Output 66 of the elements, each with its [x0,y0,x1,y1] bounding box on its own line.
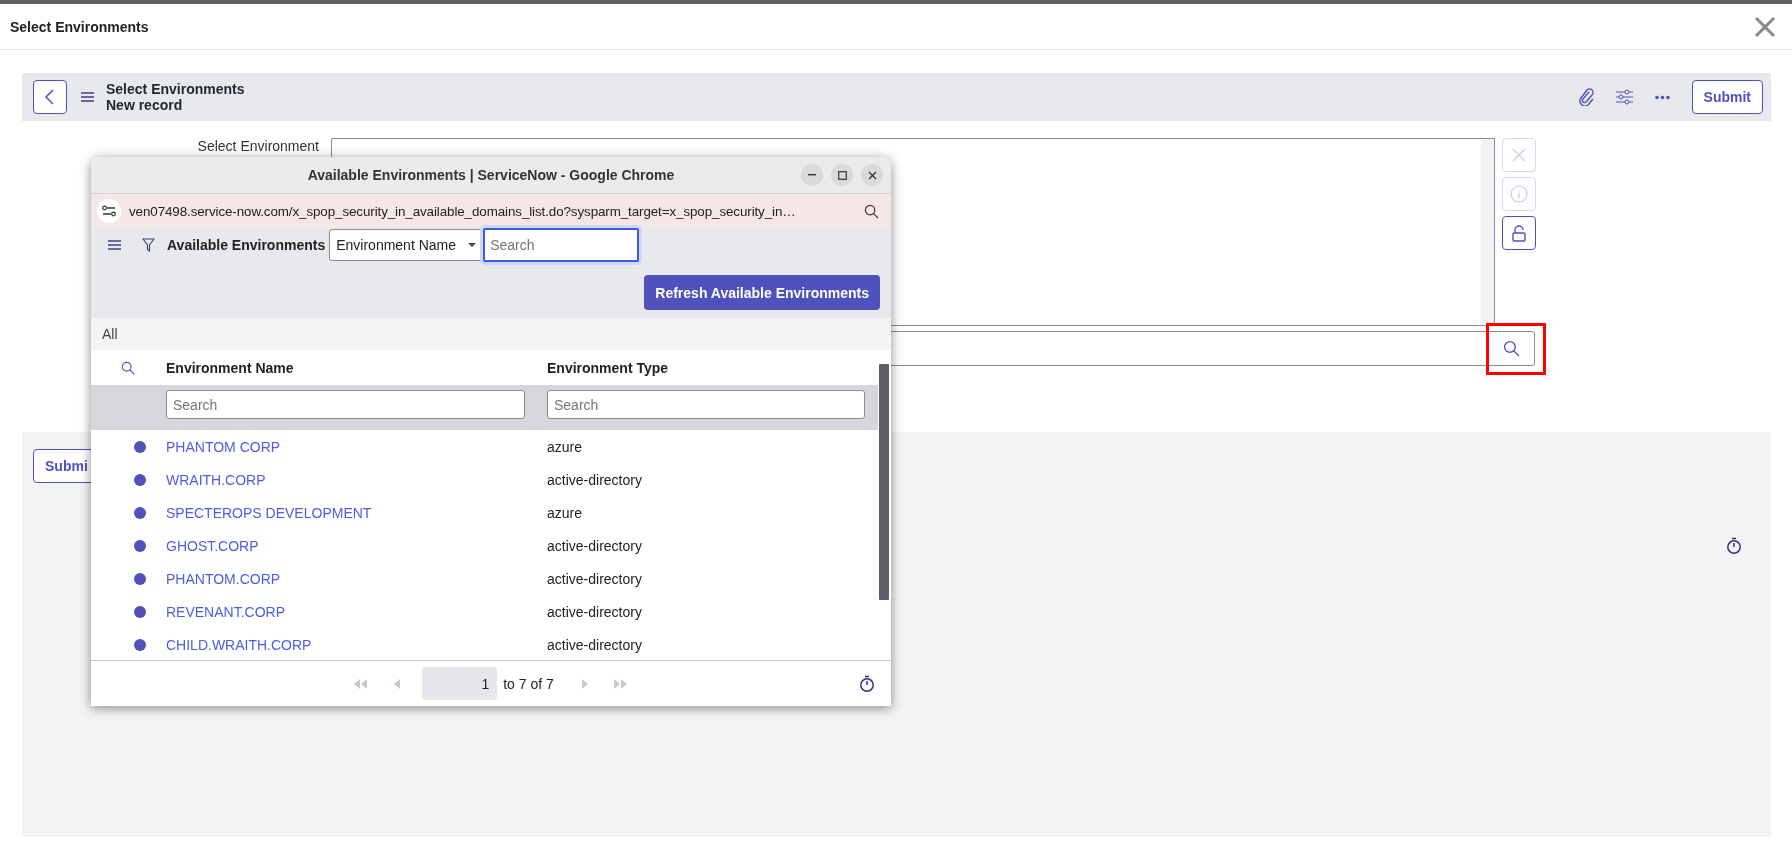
column-search-icon[interactable] [121,360,135,375]
column-filter-field[interactable]: Search [547,390,865,419]
more-icon[interactable] [1654,94,1670,100]
zoom-icon[interactable] [864,203,879,219]
page-field[interactable]: 1 [422,667,498,700]
table-cell: active-directory [547,471,642,488]
environment-link[interactable]: SPECTEROPS DEVELOPMENT [166,504,372,521]
filter-icon[interactable] [142,238,155,252]
field-select[interactable]: Environment Name [329,229,484,261]
environment-link[interactable]: PHANTOM CORP [166,438,281,455]
status-dot [134,572,146,585]
environment-link[interactable]: PHANTOM.CORP [166,570,281,587]
status-dot [134,539,146,552]
close-icon[interactable] [1754,15,1776,38]
close-icon [867,170,877,180]
submit-button[interactable]: Submit [1691,80,1763,114]
search-icon[interactable] [1502,340,1520,357]
chevron-icon [44,89,56,105]
timer-icon[interactable] [1726,537,1742,554]
paperclip-icon[interactable] [1577,88,1594,106]
url-text: ven07498.service-now.com/x_spop_security_in_available_domains_list.do?sysparm_target=x_spop_security_in… [129,203,797,219]
menu-icon[interactable] [81,92,94,102]
search-field[interactable]: Search [483,228,640,262]
scrollbar-thumb[interactable] [879,364,889,600]
status-dot [134,473,146,486]
timer-icon[interactable] [859,675,875,692]
status-dot [134,605,146,618]
refresh-button[interactable]: Refresh Available Environments [644,275,880,310]
clear-icon [1511,147,1527,163]
caret-icon [468,243,477,247]
environment-link[interactable]: CHILD.WRAITH.CORP [166,636,312,653]
table-cell: active-directory [547,603,642,620]
environment-link[interactable]: GHOST.CORP [166,537,259,554]
table-cell: active-directory [547,537,642,554]
window-title: Available Environments | ServiceNow - Google Chrome [307,167,675,183]
maximize-icon [837,170,847,180]
status-dot [134,638,146,651]
environment-link[interactable]: REVENANT.CORP [166,603,286,620]
breadcrumb[interactable]: All [102,326,118,342]
lock-button[interactable] [1502,216,1536,250]
info-icon [1510,185,1528,203]
column-header[interactable]: Environment Type [547,359,669,376]
status-dot [134,506,146,519]
close-button[interactable] [861,164,883,186]
back-button[interactable] [33,80,67,114]
search-button[interactable] [1487,331,1535,366]
dialog-title: Select Environments [10,18,149,35]
table-cell: active-directory [547,636,642,653]
minimize-icon [808,174,816,176]
field-label: Select Environment [197,138,319,154]
site-settings-icon[interactable] [97,199,121,223]
environment-link[interactable]: WRAITH.CORP [166,471,266,488]
settings-icon[interactable] [1615,89,1633,105]
column-filter-field[interactable]: Search [166,390,525,419]
table-cell: active-directory [547,570,642,587]
form-title: Select Environments [106,81,245,97]
page-range: to 7 of 7 [503,675,554,692]
maximize-button[interactable] [831,164,853,186]
table-cell: azure [547,504,583,521]
column-header[interactable]: Environment Name [166,359,294,376]
unlock-icon [1512,224,1526,242]
status-dot [134,440,146,453]
form-subtitle: New record [106,97,184,113]
menu-icon[interactable] [108,240,121,250]
table-cell: azure [547,438,583,455]
list-title: Available Environments [167,237,326,253]
